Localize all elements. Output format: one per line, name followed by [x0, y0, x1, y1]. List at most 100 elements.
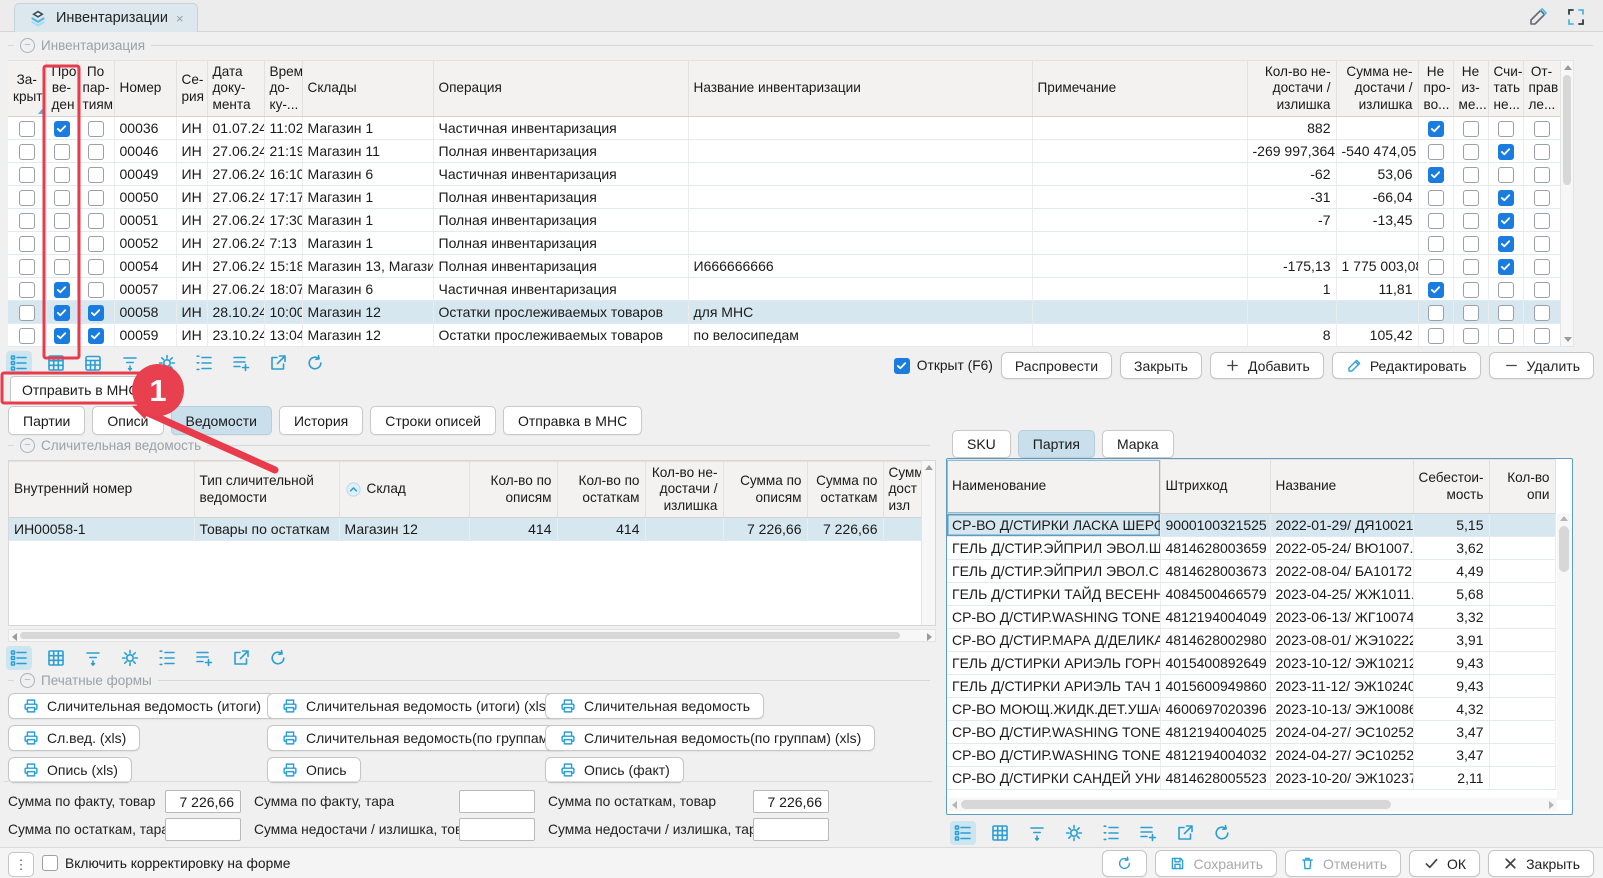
checkbox-unchecked[interactable] — [1534, 259, 1550, 275]
checkbox-unchecked[interactable] — [1534, 190, 1550, 206]
checkbox-unchecked[interactable] — [1463, 282, 1479, 298]
open-external-icon[interactable] — [265, 351, 291, 375]
column-header[interactable]: Кол-во не- достачи / излишка — [645, 462, 723, 518]
sku-row[interactable]: СР-ВО Д/СТИР.МАРА Д/ДЕЛИКАТ...4814628002… — [947, 629, 1555, 652]
column-header[interactable]: Кол-во не- достачи / излишка — [1247, 61, 1336, 117]
checkbox-unchecked[interactable] — [19, 328, 35, 344]
column-header[interactable]: За- крыт — [8, 61, 46, 117]
checkbox-unchecked[interactable] — [88, 144, 104, 160]
checkbox-unchecked[interactable] — [1428, 305, 1444, 321]
print-button[interactable]: Сличительная ведомость (итоги) — [8, 693, 275, 719]
checkbox-unchecked[interactable] — [1463, 213, 1479, 229]
gear-icon[interactable] — [117, 646, 143, 670]
total-value-field[interactable] — [459, 818, 535, 841]
checkbox-unchecked[interactable] — [1534, 328, 1550, 344]
checkbox-checked[interactable] — [1428, 167, 1444, 183]
column-header[interactable]: Сумма по остаткам — [807, 462, 883, 518]
vscroll-thumb[interactable] — [1559, 526, 1569, 572]
checkbox-unchecked[interactable] — [19, 190, 35, 206]
редактировать-button[interactable]: Редактировать — [1332, 352, 1481, 379]
column-header[interactable]: Штрихкод — [1160, 460, 1270, 514]
добавить-button[interactable]: Добавить — [1210, 352, 1324, 379]
checkbox-unchecked[interactable] — [1428, 259, 1444, 275]
print-button[interactable]: Опись (xls) — [8, 757, 132, 783]
column-header[interactable]: Наименование — [947, 460, 1160, 514]
checkbox-unchecked[interactable] — [19, 236, 35, 252]
checkbox-unchecked[interactable] — [88, 236, 104, 252]
column-header[interactable]: Склады — [302, 61, 433, 117]
open-external-icon[interactable] — [1172, 821, 1198, 845]
column-header[interactable]: Не из- ме... — [1453, 61, 1488, 117]
checkbox-unchecked[interactable] — [1428, 328, 1444, 344]
checkbox-unchecked[interactable] — [1534, 282, 1550, 298]
column-header[interactable]: Сумма по описям — [723, 462, 807, 518]
column-header[interactable]: Се- рия — [176, 61, 207, 117]
kebab-menu-button[interactable]: ⋮ — [8, 852, 34, 877]
column-header[interactable]: От- прав ле... — [1523, 61, 1560, 117]
add-list-icon[interactable] — [1135, 821, 1161, 845]
sku-row[interactable]: ГЕЛЬ Д/СТИРКИ ТАЙД ВЕСЕННИЕ...4084500466… — [947, 583, 1555, 606]
grid-view-icon[interactable] — [43, 646, 69, 670]
column-header[interactable]: Кол-во по остаткам — [557, 462, 645, 518]
checkbox-unchecked[interactable] — [19, 259, 35, 275]
total-value-field[interactable] — [459, 790, 535, 813]
column-header[interactable]: Операция — [433, 61, 688, 117]
checkbox-unchecked[interactable] — [1498, 305, 1514, 321]
checkbox-unchecked[interactable] — [1498, 121, 1514, 137]
sku-row[interactable]: ГЕЛЬ Д/СТИР.ЭЙПРИЛ ЭВОЛ.СП...48146280036… — [947, 560, 1555, 583]
checkbox-unchecked[interactable] — [19, 213, 35, 229]
detail-tab-ведомости[interactable]: Ведомости — [171, 406, 272, 435]
checkbox-unchecked[interactable] — [19, 282, 35, 298]
tab-inventories[interactable]: Инвентаризации × — [14, 3, 198, 32]
checkbox-unchecked[interactable] — [54, 213, 70, 229]
edit-pencil-icon[interactable] — [1527, 6, 1549, 31]
checkbox-unchecked[interactable] — [54, 167, 70, 183]
adjustment-checkbox[interactable]: Включить корректировку на форме — [42, 855, 290, 871]
refresh-icon[interactable] — [1209, 821, 1235, 845]
hscroll-thumb[interactable] — [961, 800, 1391, 809]
vedomost-row[interactable]: ИН00058-1Товары по остаткамМагазин 12414… — [9, 518, 921, 541]
checkbox-unchecked[interactable] — [1534, 144, 1550, 160]
refresh-icon[interactable] — [265, 646, 291, 670]
column-header[interactable]: Внутренний номер — [9, 462, 194, 518]
sku-row[interactable]: СР-ВО Д/СТИР.WASHING TONE У...4812194004… — [947, 721, 1555, 744]
column-header[interactable]: Кол-во опи — [1489, 460, 1555, 514]
checkbox-checked[interactable] — [1498, 213, 1514, 229]
inventory-table-vscrollbar[interactable] — [1560, 60, 1574, 347]
sku-hscrollbar[interactable] — [949, 798, 1557, 811]
collapse-icon[interactable]: − — [20, 438, 35, 453]
add-list-icon[interactable] — [191, 646, 217, 670]
checkbox-unchecked[interactable] — [1463, 144, 1479, 160]
sku-row[interactable]: ГЕЛЬ Д/СТИРКИ АРИЭЛЬ ТАЧ 15*...401560094… — [947, 675, 1555, 698]
checkbox-checked[interactable] — [88, 305, 104, 321]
collapse-icon[interactable]: − — [20, 673, 35, 688]
checkbox-unchecked[interactable] — [1463, 236, 1479, 252]
gear-icon[interactable] — [154, 351, 180, 375]
checkbox-unchecked[interactable] — [54, 236, 70, 252]
print-button[interactable]: Сличительная ведомость — [545, 693, 764, 719]
checkbox-checked[interactable] — [1498, 190, 1514, 206]
checkbox-unchecked[interactable] — [1428, 236, 1444, 252]
sku-row[interactable]: СР-ВО Д/СТИРКИ САНДЕЙ УНИВ....4814628005… — [947, 767, 1555, 790]
column-header[interactable]: Примечание — [1032, 61, 1247, 117]
checkbox-unchecked[interactable] — [1498, 328, 1514, 344]
add-list-icon[interactable] — [228, 351, 254, 375]
column-header[interactable]: Склад — [339, 462, 469, 518]
отменить-button[interactable]: Отменить — [1285, 850, 1401, 877]
column-header[interactable]: Счи- тать не... — [1488, 61, 1523, 117]
total-value-field[interactable]: 7 226,66 — [165, 790, 241, 813]
column-header[interactable]: Кол-во по описям — [469, 462, 557, 518]
inventory-row[interactable]: 00049ИН27.06.2416:10Магазин 6Частичная и… — [8, 163, 1560, 186]
checkbox-unchecked[interactable] — [54, 144, 70, 160]
column-header[interactable]: Не про- во... — [1418, 61, 1453, 117]
sku-tab-марка[interactable]: Марка — [1102, 430, 1174, 458]
tab-close-icon[interactable]: × — [176, 11, 184, 26]
checkbox-checked[interactable] — [1428, 282, 1444, 298]
numbered-list-icon[interactable] — [1098, 821, 1124, 845]
detail-tab-отправка-в-мнс[interactable]: Отправка в МНС — [503, 406, 642, 435]
print-button[interactable]: Опись — [267, 757, 361, 783]
open-filter-checkbox[interactable]: Открыт (F6) — [894, 358, 993, 374]
checkbox-unchecked[interactable] — [88, 282, 104, 298]
закрыть-button[interactable]: Закрыть — [1488, 850, 1594, 877]
checkbox-unchecked[interactable] — [1428, 190, 1444, 206]
